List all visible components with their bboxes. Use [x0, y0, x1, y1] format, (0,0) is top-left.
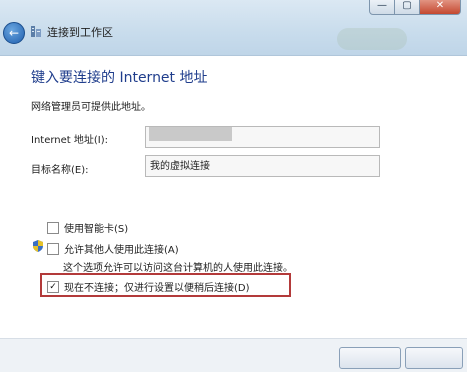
page-heading: 键入要连接的 Internet 地址	[31, 70, 208, 86]
internet-address-label: Internet 地址(I):	[31, 135, 109, 146]
window-controls: — ▢ ✕	[369, 0, 461, 15]
allow-others-note: 这个选项允许可以访问这台计算机的人使用此连接。	[63, 263, 293, 274]
watermark-logo	[337, 28, 407, 50]
allow-others-label: 允许其他人使用此连接(A)	[64, 245, 179, 256]
smart-card-option[interactable]: 使用智能卡(S)	[47, 220, 128, 235]
page-description: 网络管理员可提供此地址。	[31, 102, 151, 113]
redacted-address	[149, 127, 232, 141]
close-button[interactable]: ✕	[420, 0, 461, 15]
smart-card-checkbox[interactable]	[47, 221, 59, 234]
network-workplace-icon	[31, 26, 41, 37]
destination-name-field[interactable]: 我的虚拟连接	[145, 155, 380, 177]
uac-shield-icon	[33, 240, 43, 252]
dont-connect-now-checkbox[interactable]: ✓	[47, 280, 59, 293]
dont-connect-now-label: 现在不连接；仅进行设置以便稍后连接(D)	[64, 283, 250, 294]
window-title: 连接到工作区	[47, 26, 113, 39]
allow-others-option[interactable]: 允许其他人使用此连接(A)	[47, 241, 179, 256]
minimize-button[interactable]: —	[369, 0, 395, 15]
back-button[interactable]: ←	[3, 22, 25, 44]
next-button[interactable]	[339, 347, 401, 369]
dont-connect-now-option[interactable]: ✓ 现在不连接；仅进行设置以便稍后连接(D)	[47, 279, 250, 294]
cancel-button[interactable]	[405, 347, 463, 369]
maximize-button[interactable]: ▢	[395, 0, 420, 15]
allow-others-checkbox[interactable]	[47, 242, 59, 255]
back-arrow-icon: ←	[8, 26, 20, 40]
destination-name-label: 目标名称(E):	[31, 165, 89, 176]
smart-card-label: 使用智能卡(S)	[64, 224, 129, 235]
